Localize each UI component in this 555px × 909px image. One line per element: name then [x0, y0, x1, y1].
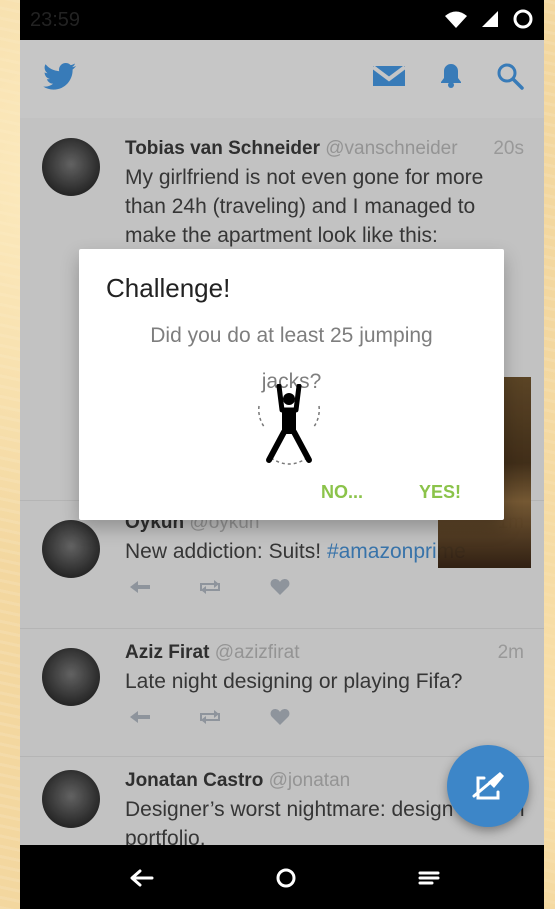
back-button[interactable] [125, 861, 159, 895]
signal-icon [482, 11, 498, 27]
back-arrow-icon [130, 869, 154, 887]
menu-button[interactable] [412, 861, 446, 895]
home-button[interactable] [269, 861, 303, 895]
menu-lines-icon [418, 871, 440, 885]
yes-button[interactable]: YES! [413, 481, 467, 504]
status-bar: 23:59 [20, 0, 544, 40]
compose-feather-icon [472, 772, 504, 800]
battery-icon [513, 9, 533, 29]
no-button[interactable]: NO... [315, 481, 369, 504]
jumping-jack-icon [258, 384, 320, 465]
home-circle-icon [276, 868, 296, 888]
status-time: 23:59 [30, 9, 81, 31]
challenge-dialog: Challenge! Did you do at least 25 jumpin… [79, 249, 504, 520]
status-icons [444, 8, 534, 30]
wifi-icon [445, 11, 467, 28]
dialog-title: Challenge! [106, 273, 231, 303]
compose-tweet-button[interactable] [447, 745, 529, 827]
phone-screen: 23:59 Tobias van Schneider @vanschneider… [20, 0, 544, 909]
dialog-message-line1: Did you do at least 25 jumping [150, 324, 433, 347]
android-navigation-bar [20, 845, 544, 909]
